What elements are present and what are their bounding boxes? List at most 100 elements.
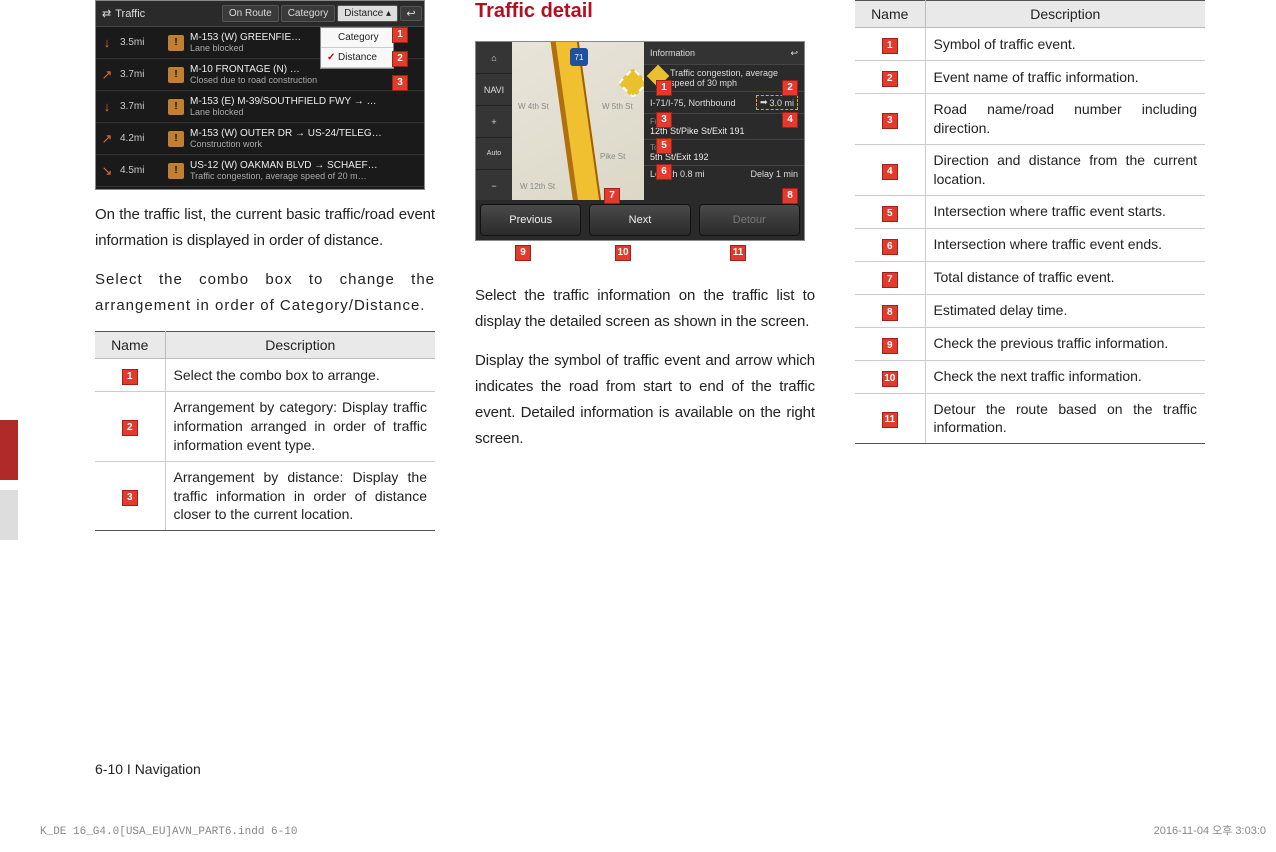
road-distance: 3.0 mi bbox=[769, 98, 794, 108]
road-label: W 5th St bbox=[602, 102, 633, 111]
direction-arrow-icon: ➡ bbox=[760, 97, 768, 108]
col1-para1: On the traffic list, the current basic t… bbox=[95, 202, 435, 255]
event-icon: ! bbox=[168, 99, 184, 115]
navi-button[interactable]: NAVI bbox=[476, 74, 512, 106]
row-text: US-12 (W) OAKMAN BLVD → SCHAEF…Traffic c… bbox=[190, 160, 420, 181]
cell-desc: Detour the route based on the traffic in… bbox=[925, 393, 1205, 444]
row-distance: 3.7mi bbox=[120, 69, 162, 80]
traffic-header: ⇄ Traffic On Route Category Distance ▴ ↩ bbox=[96, 1, 424, 27]
cell-desc: Arrangement by category: Display traffic… bbox=[165, 392, 435, 462]
row-distance: 4.2mi bbox=[120, 133, 162, 144]
traffic-row[interactable]: ↓ 3.7mi ! M-153 (E) M-39/SOUTHFIELD FWY … bbox=[96, 91, 424, 123]
badge-3: 3 bbox=[122, 490, 138, 506]
callout-9: 9 bbox=[515, 245, 531, 261]
callout-11: 11 bbox=[730, 245, 746, 261]
zoom-out-button[interactable]: − bbox=[476, 170, 512, 202]
road-distance-box: ➡3.0 mi bbox=[756, 95, 798, 110]
callout-10: 10 bbox=[615, 245, 631, 261]
row-text: M-153 (E) M-39/SOUTHFIELD FWY → …Lane bl… bbox=[190, 96, 420, 117]
row-distance: 4.5mi bbox=[120, 165, 162, 176]
zoom-in-button[interactable]: + bbox=[476, 106, 512, 138]
tab-category[interactable]: Category bbox=[281, 5, 336, 22]
badge: 4 bbox=[882, 164, 898, 180]
callout-2: 2 bbox=[782, 80, 798, 96]
col2-para2: Display the symbol of traffic event and … bbox=[475, 348, 815, 453]
traffic-row[interactable]: ↗ 4.2mi ! M-153 (W) OUTER DR → US-24/TEL… bbox=[96, 123, 424, 155]
badge-2: 2 bbox=[122, 420, 138, 436]
th-desc: Description bbox=[925, 1, 1205, 28]
badge-1: 1 bbox=[122, 369, 138, 385]
dropdown-category-label: Category bbox=[338, 32, 379, 43]
home-button[interactable]: ⌂ bbox=[476, 42, 512, 74]
side-tab-grey bbox=[0, 490, 18, 540]
arrow-icon: ↗ bbox=[100, 68, 114, 82]
detail-bottom-bar: Previous Next Detour bbox=[476, 200, 804, 240]
indd-filename: K_DE 16_G4.0[USA_EU]AVN_PART6.indd 6-10 bbox=[40, 826, 297, 838]
indd-timestamp: 2016-11-04 오후 3:03:0 bbox=[1154, 822, 1266, 838]
check-icon: ✓ bbox=[327, 52, 335, 63]
back-icon[interactable]: ↩ bbox=[400, 6, 422, 21]
next-button[interactable]: Next bbox=[589, 204, 690, 236]
previous-button[interactable]: Previous bbox=[480, 204, 581, 236]
callout-1: 1 bbox=[392, 27, 408, 43]
row-distance: 3.7mi bbox=[120, 101, 162, 112]
cell-desc: Arrangement by distance: Display the tra… bbox=[165, 461, 435, 531]
column-1: ⇄ Traffic On Route Category Distance ▴ ↩… bbox=[95, 0, 435, 531]
detour-button[interactable]: Detour bbox=[699, 204, 800, 236]
badge: 2 bbox=[882, 71, 898, 87]
cell-num: 3 bbox=[95, 461, 165, 531]
arrow-icon: ↗ bbox=[100, 132, 114, 146]
map-area: 71 W 4th St W 5th St Pike St W 12th St bbox=[512, 42, 644, 200]
th-desc: Description bbox=[165, 332, 435, 359]
cell-desc: Intersection where traffic event starts. bbox=[925, 195, 1205, 228]
col2-para1: Select the traffic information on the tr… bbox=[475, 283, 815, 336]
table-row: 10Check the next traffic information. bbox=[855, 360, 1205, 393]
badge: 3 bbox=[882, 113, 898, 129]
section-title: Traffic detail bbox=[475, 0, 815, 23]
traffic-row[interactable]: ↘ 4.5mi ! US-12 (W) OAKMAN BLVD → SCHAEF… bbox=[96, 155, 424, 187]
badge: 9 bbox=[882, 338, 898, 354]
dropdown-distance[interactable]: ✓Distance bbox=[321, 48, 393, 68]
cell-desc: Check the previous traffic information. bbox=[925, 327, 1205, 360]
column-2: Traffic detail ⌂ NAVI + Auto − 71 W 4th … bbox=[475, 0, 815, 531]
badge: 6 bbox=[882, 239, 898, 255]
map-left-buttons: ⌂ NAVI + Auto − bbox=[476, 42, 512, 202]
table-row: 6 Intersection where traffic event ends. bbox=[855, 228, 1205, 261]
event-icon: ! bbox=[168, 67, 184, 83]
route-shield-icon: 71 bbox=[570, 48, 588, 66]
callout-6: 6 bbox=[656, 164, 672, 180]
info-back-icon[interactable]: ↩ bbox=[790, 48, 798, 59]
cell-desc: Intersection where traffic event ends. bbox=[925, 228, 1205, 261]
callout-5: 5 bbox=[656, 138, 672, 154]
arrow-icon: ↘ bbox=[100, 164, 114, 178]
auto-zoom-button[interactable]: Auto bbox=[476, 138, 512, 170]
table-row: 2 Arrangement by category: Display traff… bbox=[95, 392, 435, 462]
road-label: W 12th St bbox=[520, 182, 555, 191]
traffic-detail-screenshot: ⌂ NAVI + Auto − 71 W 4th St W 5th St Pik… bbox=[475, 41, 805, 241]
road-label: Pike St bbox=[600, 152, 625, 161]
badge: 11 bbox=[882, 412, 898, 428]
info-header-label: Information bbox=[650, 48, 695, 58]
callout-4: 4 bbox=[782, 112, 798, 128]
arrow-icon: ↓ bbox=[100, 36, 114, 50]
table-header-row: Name Description bbox=[95, 332, 435, 359]
event-text: Traffic congestion, average speed of 30 … bbox=[670, 68, 798, 88]
event-icon: ! bbox=[168, 163, 184, 179]
table-row: 7Total distance of traffic event. bbox=[855, 261, 1205, 294]
table-row: 1Symbol of traffic event. bbox=[855, 28, 1205, 61]
road-label: W 4th St bbox=[518, 102, 549, 111]
table-row: 5 Intersection where traffic event starts… bbox=[855, 195, 1205, 228]
table-row: 1 Select the combo box to arrange. bbox=[95, 359, 435, 392]
badge: 7 bbox=[882, 272, 898, 288]
badge: 10 bbox=[882, 371, 898, 387]
sort-dropdown: Category ✓Distance bbox=[320, 27, 394, 69]
combo-distance[interactable]: Distance ▴ bbox=[337, 5, 398, 22]
dropdown-category[interactable]: Category bbox=[321, 28, 393, 48]
badge: 5 bbox=[882, 206, 898, 222]
table-row: 2Event name of traffic information. bbox=[855, 61, 1205, 94]
tab-on-route[interactable]: On Route bbox=[222, 5, 279, 22]
row-text: M-153 (W) OUTER DR → US-24/TELEG…Constru… bbox=[190, 128, 420, 149]
from-label: From bbox=[650, 117, 798, 126]
below-callouts: 9 10 11 bbox=[475, 241, 815, 271]
delay-span: Delay 1 min bbox=[750, 169, 798, 179]
